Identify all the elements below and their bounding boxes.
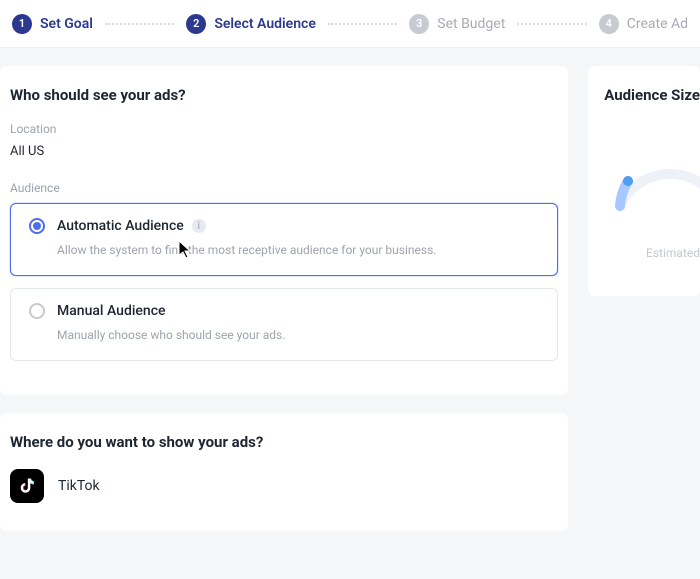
location-value[interactable]: All US xyxy=(10,144,558,159)
placement-option-tiktok[interactable]: TikTok xyxy=(10,469,558,503)
step-divider xyxy=(328,23,397,25)
radio-icon xyxy=(29,218,45,234)
audience-size-title: Audience Size xyxy=(604,86,700,104)
step-set-budget[interactable]: 3 Set Budget xyxy=(409,14,505,34)
info-icon[interactable]: i xyxy=(192,219,206,233)
placement-label: TikTok xyxy=(58,478,100,494)
audience-option-desc: Manually choose who should see your ads. xyxy=(57,327,539,344)
stepper: 1 Set Goal 2 Select Audience 3 Set Budge… xyxy=(0,0,700,48)
audience-option-title: Automatic Audience xyxy=(57,218,184,234)
placement-card: Where do you want to show your ads? TikT… xyxy=(0,413,568,531)
audience-label: Audience xyxy=(10,181,558,195)
step-create-ad[interactable]: 4 Create Ad xyxy=(599,14,688,34)
audience-option-desc: Allow the system to find the most recept… xyxy=(57,242,539,259)
audience-card: Who should see your ads? Location All US… xyxy=(0,66,568,395)
step-divider xyxy=(517,23,586,25)
step-number-badge: 3 xyxy=(409,14,429,34)
location-label: Location xyxy=(10,122,558,136)
step-divider xyxy=(105,23,174,25)
step-select-audience[interactable]: 2 Select Audience xyxy=(186,14,316,34)
audience-option-manual[interactable]: Manual Audience Manually choose who shou… xyxy=(10,288,558,361)
audience-section-title: Who should see your ads? xyxy=(10,86,558,104)
radio-icon xyxy=(29,303,45,319)
step-number-badge: 1 xyxy=(12,14,32,34)
placement-section-title: Where do you want to show your ads? xyxy=(10,433,558,451)
step-label: Set Budget xyxy=(437,16,505,32)
audience-option-automatic[interactable]: Automatic Audience i Allow the system to… xyxy=(10,203,558,276)
audience-option-title: Manual Audience xyxy=(57,303,166,319)
step-label: Set Goal xyxy=(40,16,93,32)
audience-size-caption: Estimated xyxy=(646,246,700,260)
step-set-goal[interactable]: 1 Set Goal xyxy=(12,14,93,34)
gauge-icon xyxy=(600,126,700,216)
audience-size-card: Audience Size Estimated xyxy=(588,66,700,296)
step-number-badge: 4 xyxy=(599,14,619,34)
step-label: Create Ad xyxy=(627,16,688,32)
step-number-badge: 2 xyxy=(186,14,206,34)
step-label: Select Audience xyxy=(214,16,316,32)
tiktok-icon xyxy=(10,469,44,503)
